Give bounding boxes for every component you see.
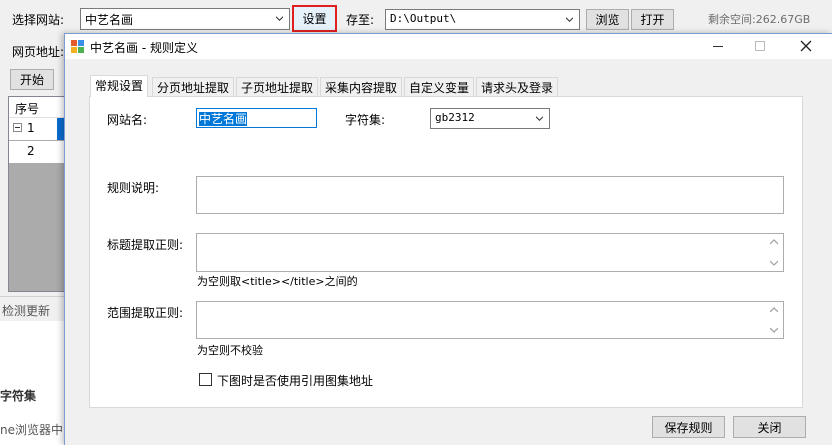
task-table: 序号 1 2 <box>8 96 65 292</box>
rule-desc-input[interactable] <box>196 176 784 214</box>
save-rule-button[interactable]: 保存规则 <box>652 416 725 438</box>
charset-label: 字符集: <box>345 113 386 127</box>
rule-dialog: 中艺名画 - 规则定义 常规设置 分页地址提取 子页地址提取 采集内容提取 自定… <box>64 33 832 445</box>
title-hint: 为空则取<title></title>之间的 <box>197 275 358 288</box>
dialog-title: 中艺名画 - 规则定义 <box>90 41 198 55</box>
charset-value: gb2312 <box>435 111 475 124</box>
save-rule-label: 保存规则 <box>664 420 713 435</box>
save-path-select[interactable]: D:\Output\ <box>385 9 580 30</box>
chevron-up-icon[interactable] <box>770 307 778 313</box>
checkbox-label: 下图时是否使用引用图集地址 <box>217 374 374 388</box>
tab-custom-vars[interactable]: 自定义变量 <box>404 77 475 96</box>
maximize-icon[interactable] <box>755 41 765 51</box>
chevron-down-icon <box>276 16 283 21</box>
url-label: 网页地址: <box>12 45 65 59</box>
scrollbar[interactable] <box>766 303 782 337</box>
start-button-label: 开始 <box>19 73 44 87</box>
save-path-value: D:\Output\ <box>390 12 457 25</box>
tab-general[interactable]: 常规设置 <box>90 75 149 97</box>
app-icon <box>71 40 84 53</box>
chevron-down-icon <box>536 116 543 121</box>
settings-button-label: 设置 <box>302 12 327 26</box>
open-button[interactable]: 打开 <box>631 9 674 30</box>
browse-button-label: 浏览 <box>595 13 620 27</box>
bg-text: ne浏览器中 <box>0 423 63 437</box>
title-regex-input[interactable] <box>196 233 784 272</box>
tab-page-url[interactable]: 分页地址提取 <box>152 77 235 96</box>
title-regex-label: 标题提取正则: <box>107 238 184 252</box>
site-label: 选择网站: <box>12 13 65 27</box>
checkbox-box[interactable] <box>199 373 212 386</box>
table-row[interactable]: 2 <box>9 141 64 163</box>
rule-desc-label: 规则说明: <box>107 181 160 195</box>
browse-button[interactable]: 浏览 <box>586 9 629 30</box>
table-row[interactable]: 1 <box>9 118 64 140</box>
save-to-label: 存至: <box>346 13 375 27</box>
free-space-text: 剩余空间:262.67GB <box>708 13 811 26</box>
row-seq: 2 <box>27 144 35 158</box>
chevron-down-icon <box>566 17 573 22</box>
site-select-value: 中艺名画 <box>85 13 134 27</box>
row-seq: 1 <box>27 121 35 135</box>
tab-content-extract[interactable]: 采集内容提取 <box>320 77 403 96</box>
range-regex-input[interactable] <box>196 301 784 339</box>
table-header: 序号 <box>9 97 64 118</box>
tab-headers-login[interactable]: 请求头及登录 <box>476 77 559 96</box>
tab-subpage-url[interactable]: 子页地址提取 <box>236 77 319 96</box>
collapse-icon[interactable] <box>13 123 22 132</box>
range-hint: 为空则不校验 <box>197 344 263 357</box>
start-button[interactable]: 开始 <box>10 69 54 90</box>
site-select[interactable]: 中艺名画 <box>80 8 290 30</box>
site-name-input[interactable]: 中艺名画 <box>196 108 317 128</box>
chevron-down-icon[interactable] <box>770 327 778 333</box>
chevron-up-icon[interactable] <box>770 239 778 245</box>
general-panel: 网站名: 中艺名画 字符集: gb2312 规则说明: 标题提取正则: 为空则取… <box>89 96 803 408</box>
settings-button[interactable]: 设置 <box>292 5 337 32</box>
status-text: 检测更新 <box>2 304 51 318</box>
minimize-icon[interactable] <box>713 46 723 47</box>
chevron-down-icon[interactable] <box>770 260 778 266</box>
close-button[interactable]: 关闭 <box>733 416 806 438</box>
close-icon[interactable] <box>800 40 812 52</box>
scrollbar[interactable] <box>766 235 782 270</box>
row-selection <box>57 118 64 140</box>
open-button-label: 打开 <box>640 13 665 27</box>
bg-heading: 字符集 <box>0 389 37 403</box>
site-name-label: 网站名: <box>107 113 148 127</box>
site-name-value: 中艺名画 <box>199 112 248 126</box>
charset-select[interactable]: gb2312 <box>430 108 550 129</box>
background-page: 字符集 ne浏览器中 <box>0 321 64 445</box>
status-bar: 检测更新 <box>0 296 64 321</box>
dialog-titlebar[interactable]: 中艺名画 - 规则定义 <box>65 34 832 59</box>
table-header-seq: 序号 <box>15 102 40 116</box>
close-button-label: 关闭 <box>757 420 782 435</box>
range-regex-label: 范围提取正则: <box>107 306 184 320</box>
